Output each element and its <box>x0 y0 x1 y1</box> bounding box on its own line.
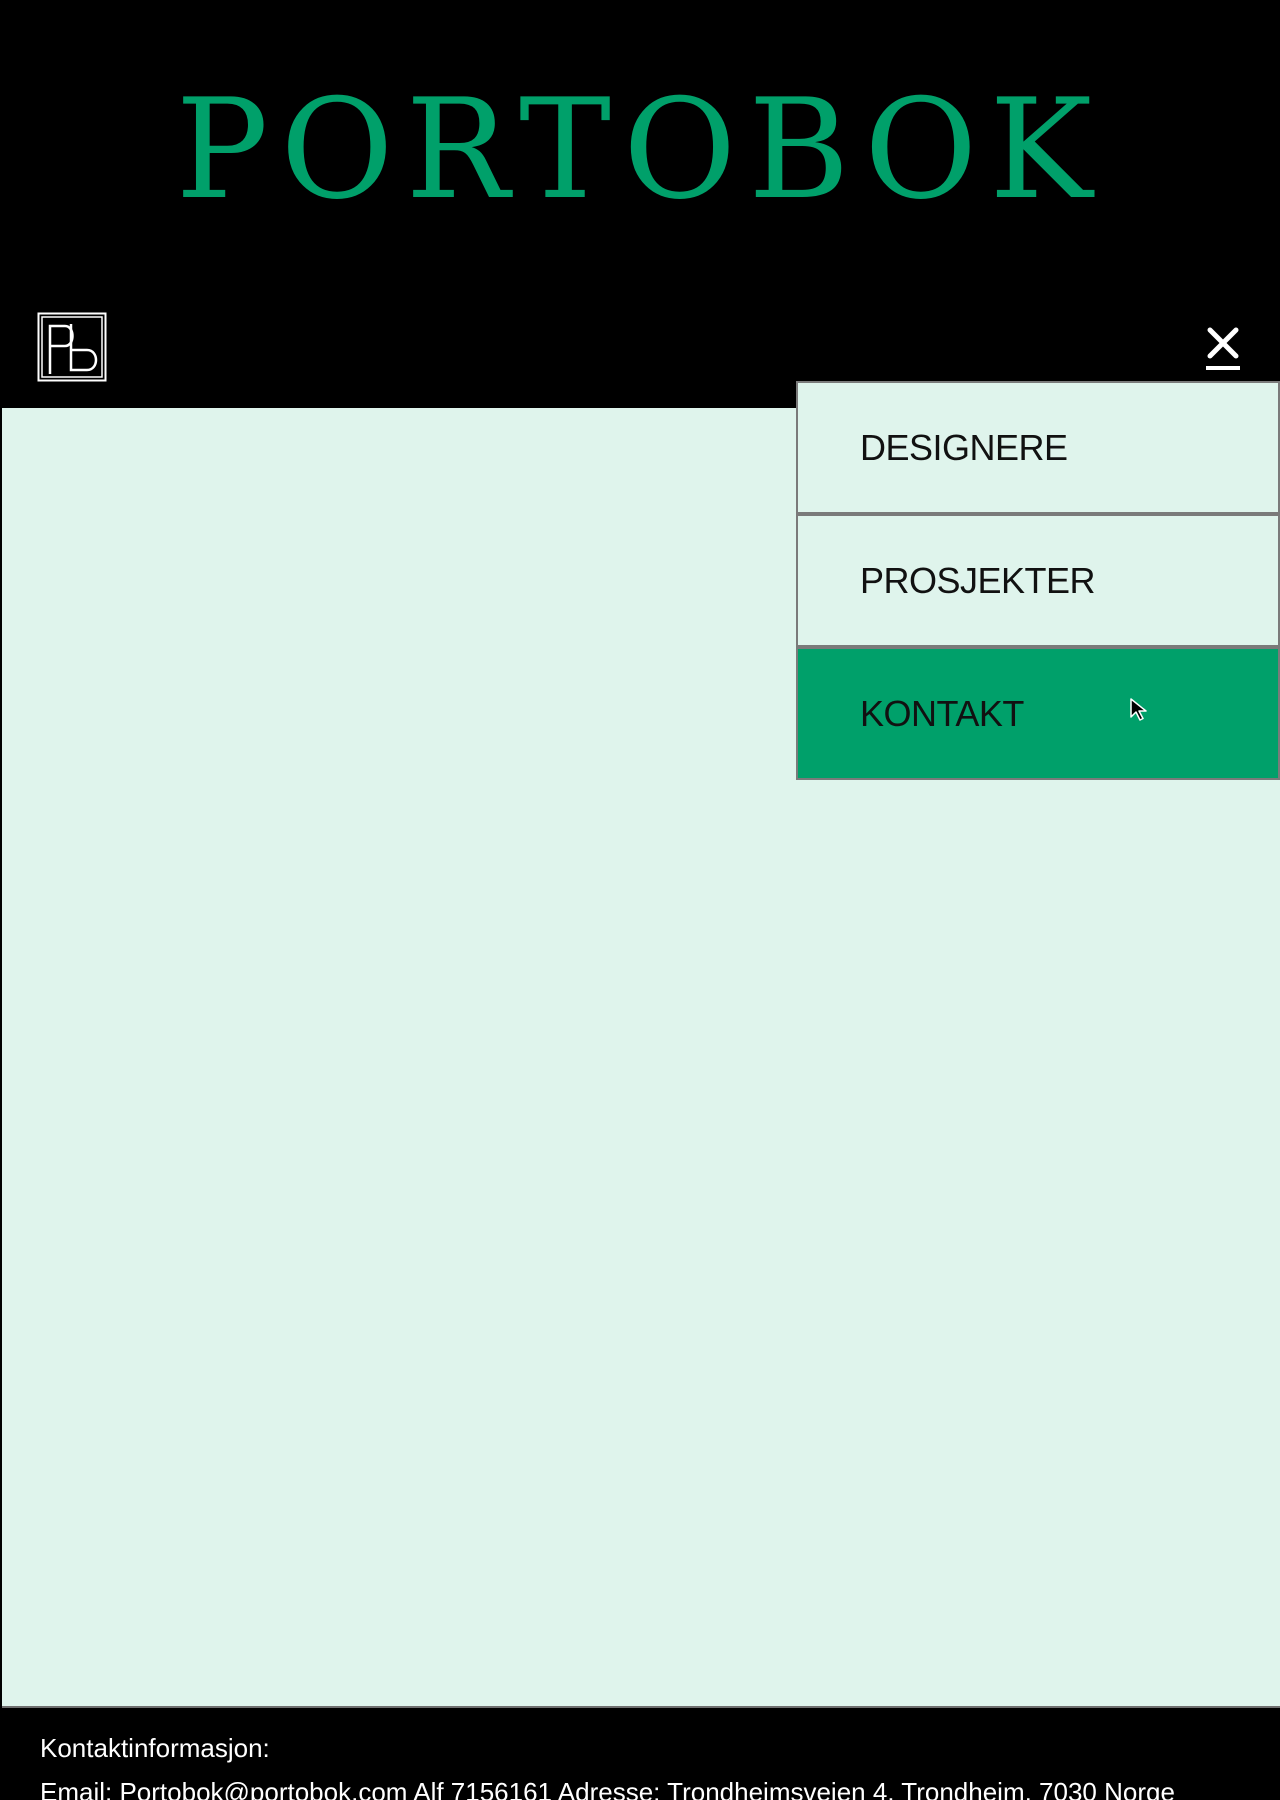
nav-item-label: KONTAKT <box>860 693 1024 734</box>
nav-item-label: PROSJEKTER <box>860 560 1096 601</box>
portobok-logo[interactable] <box>37 312 107 382</box>
nav-item-label: DESIGNERE <box>860 427 1068 468</box>
navigation-menu: DESIGNERE PROSJEKTER KONTAKT <box>796 381 1280 780</box>
site-footer: Kontaktinformasjon: Email: Portobok@port… <box>2 1706 1280 1800</box>
nav-item-prosjekter[interactable]: PROSJEKTER <box>796 514 1280 647</box>
mouse-pointer-icon <box>1129 697 1153 723</box>
logo-mark-icon <box>37 312 107 382</box>
nav-item-kontakt[interactable]: KONTAKT <box>796 647 1280 780</box>
nav-item-designere[interactable]: DESIGNERE <box>796 381 1280 514</box>
site-title: PORTOBOK <box>175 69 1105 230</box>
contact-details: Email: Portobok@portobok.com Alf 7156161… <box>40 1777 1175 1800</box>
site-header: PORTOBOK <box>0 0 1280 408</box>
close-icon <box>1206 327 1240 370</box>
close-menu-button[interactable] <box>1200 322 1246 372</box>
contact-heading: Kontaktinformasjon: <box>40 1733 270 1763</box>
